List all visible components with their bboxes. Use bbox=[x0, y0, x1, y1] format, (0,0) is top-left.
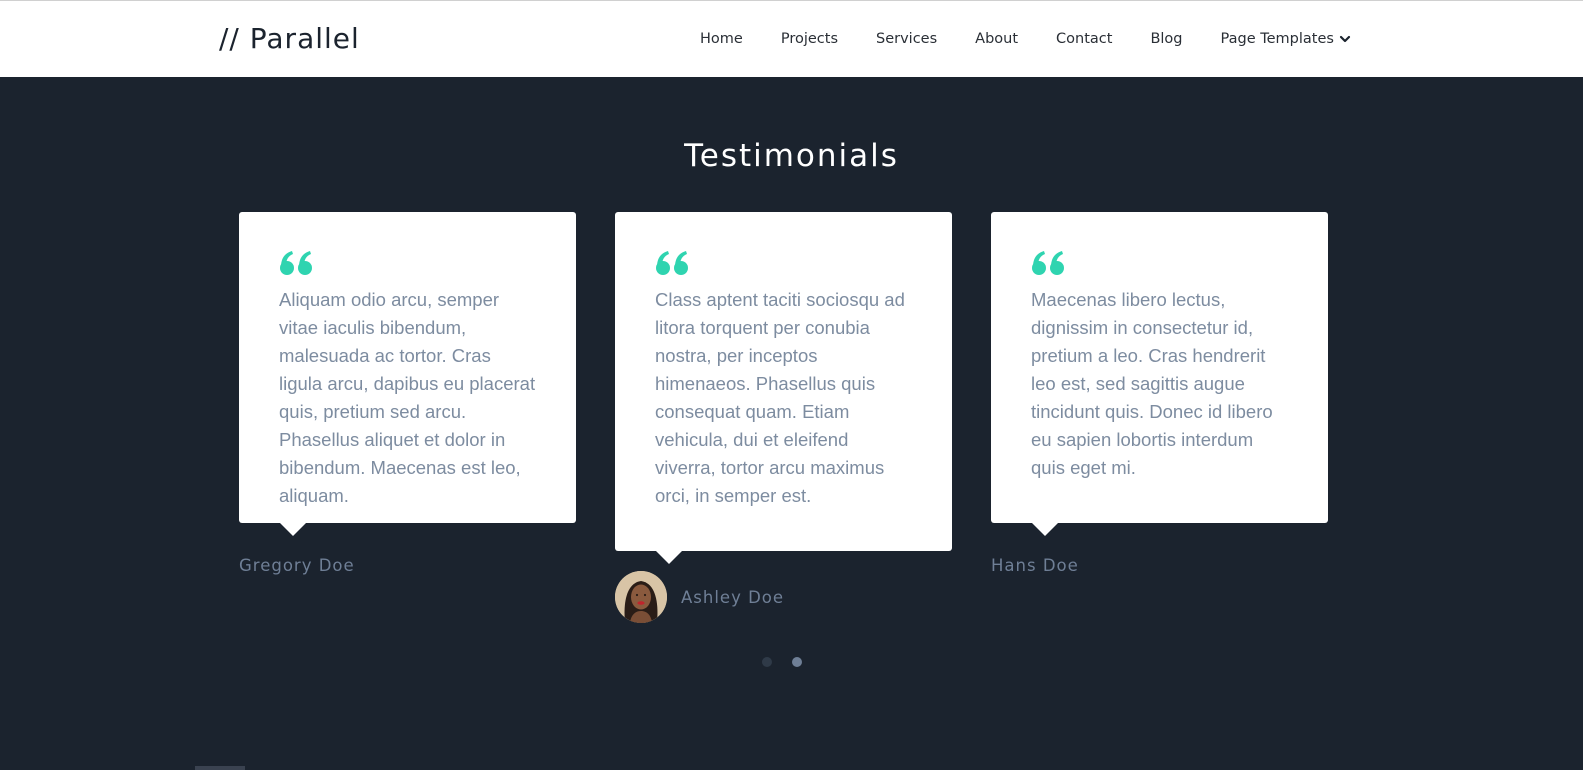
carousel-dot-1[interactable] bbox=[762, 657, 772, 667]
quote-icon bbox=[656, 251, 688, 275]
author-name: Gregory Doe bbox=[239, 556, 355, 575]
nav-blog[interactable]: Blog bbox=[1150, 31, 1182, 47]
nav-home-label: Home bbox=[700, 31, 743, 47]
nav-services-label: Services bbox=[876, 31, 938, 47]
carousel-dot-2[interactable] bbox=[792, 657, 802, 667]
author-name: Ashley Doe bbox=[681, 587, 785, 607]
testimonial-card-2: Class aptent taciti sociosqu ad litora t… bbox=[615, 212, 952, 564]
nav-projects[interactable]: Projects bbox=[781, 31, 838, 47]
quote-icon bbox=[280, 251, 312, 275]
nav-blog-label: Blog bbox=[1150, 31, 1183, 47]
quote-icon bbox=[1032, 251, 1064, 275]
footer-accent-bar bbox=[195, 766, 245, 770]
testimonial-quote: Aliquam odio arcu, semper vitae iaculis … bbox=[279, 289, 536, 506]
testimonial-card-3: Maecenas libero lectus, dignissim in con… bbox=[991, 212, 1328, 536]
nav-projects-label: Projects bbox=[780, 31, 838, 47]
testimonial-quote: Class aptent taciti sociosqu ad litora t… bbox=[655, 289, 905, 506]
site-header: // Parallel Home Projects Services About… bbox=[0, 0, 1583, 77]
testimonial-author-2: Ashley Doe bbox=[615, 571, 784, 623]
nav-home[interactable]: Home bbox=[700, 31, 743, 47]
testimonial-card-1: Aliquam odio arcu, semper vitae iaculis … bbox=[239, 212, 576, 536]
nav-about-label: About bbox=[975, 31, 1019, 47]
avatar bbox=[615, 571, 667, 623]
nav-contact-label: Contact bbox=[1056, 31, 1113, 47]
nav-contact[interactable]: Contact bbox=[1056, 31, 1112, 47]
nav-page-templates-dropdown[interactable]: Page Templates bbox=[1221, 31, 1351, 47]
avatar-portrait-icon bbox=[615, 571, 667, 623]
author-name: Hans Doe bbox=[991, 556, 1079, 575]
nav-page-templates-label: Page Templates bbox=[1220, 31, 1334, 47]
main-nav: Home Projects Services About Contact Blo… bbox=[700, 1, 1351, 77]
nav-services[interactable]: Services bbox=[876, 31, 937, 47]
testimonial-author-1: Gregory Doe bbox=[239, 556, 355, 575]
brand-logo[interactable]: // Parallel bbox=[219, 21, 360, 57]
chevron-down-icon bbox=[1339, 35, 1351, 43]
carousel-pager bbox=[762, 657, 802, 667]
nav-about[interactable]: About bbox=[975, 31, 1018, 47]
testimonial-quote: Maecenas libero lectus, dignissim in con… bbox=[1031, 289, 1273, 478]
section-title: Testimonials bbox=[684, 138, 899, 174]
testimonial-author-3: Hans Doe bbox=[991, 556, 1079, 575]
